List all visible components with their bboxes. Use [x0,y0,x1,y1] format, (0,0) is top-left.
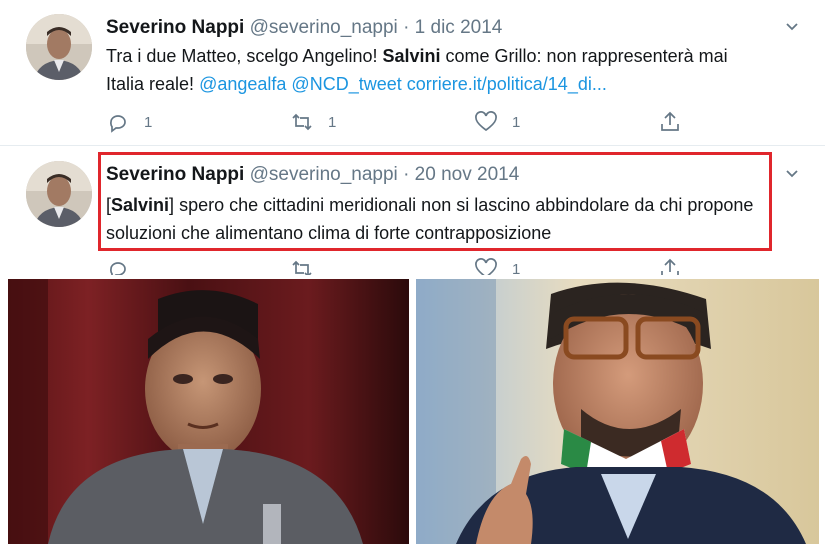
reply-icon [110,115,126,133]
avatar[interactable] [26,161,92,227]
tweet-date[interactable]: 1 dic 2014 [415,17,503,38]
like-button[interactable]: 1 [474,257,520,275]
reply-icon [110,262,126,275]
tweet-actions: 1 [106,257,706,275]
reply-button[interactable] [106,257,144,275]
mention-link[interactable]: @NCD_tweet [291,74,401,94]
photo-left [8,279,409,544]
heart-icon [475,111,497,132]
like-button[interactable]: 1 [474,110,520,134]
heart-icon [475,258,497,275]
photo-right [416,279,819,544]
like-count: 1 [512,260,521,276]
retweet-button[interactable]: 1 [290,110,336,134]
share-icon [661,258,679,275]
tweet-text: Tra i due Matteo, scelgo Angelino! Salvi… [106,42,756,98]
text-segment: Tra i due Matteo, scelgo Angelino! [106,46,383,66]
author-name[interactable]: Severino Nappi [106,17,244,38]
separator-dot: · [403,17,410,38]
author-handle[interactable]: @severino_nappi [250,17,398,38]
share-button[interactable] [658,257,682,275]
retweet-icon [292,113,312,131]
retweet-button[interactable] [290,257,328,275]
retweet-count: 1 [328,113,337,131]
tweet-header: Severino Nappi @severino_nappi · 1 dic 2… [106,16,502,40]
chevron-down-icon[interactable] [785,167,799,181]
url-link[interactable]: corriere.it/politica/14_di... [407,74,607,94]
chevron-down-icon[interactable] [785,20,799,34]
like-count: 1 [512,113,521,131]
retweet-icon [292,260,312,275]
reply-count: 1 [144,113,153,131]
share-icon [661,111,679,131]
mention-link[interactable]: @angealfa [199,74,286,94]
reply-button[interactable]: 1 [106,110,152,134]
share-button[interactable] [658,110,682,134]
highlight-box [98,152,772,251]
avatar[interactable] [26,14,92,80]
text-bold-segment: Salvini [382,46,441,66]
tweet-actions: 1 1 1 [106,110,706,134]
tweet-1[interactable]: Severino Nappi @severino_nappi · 1 dic 2… [0,0,825,146]
